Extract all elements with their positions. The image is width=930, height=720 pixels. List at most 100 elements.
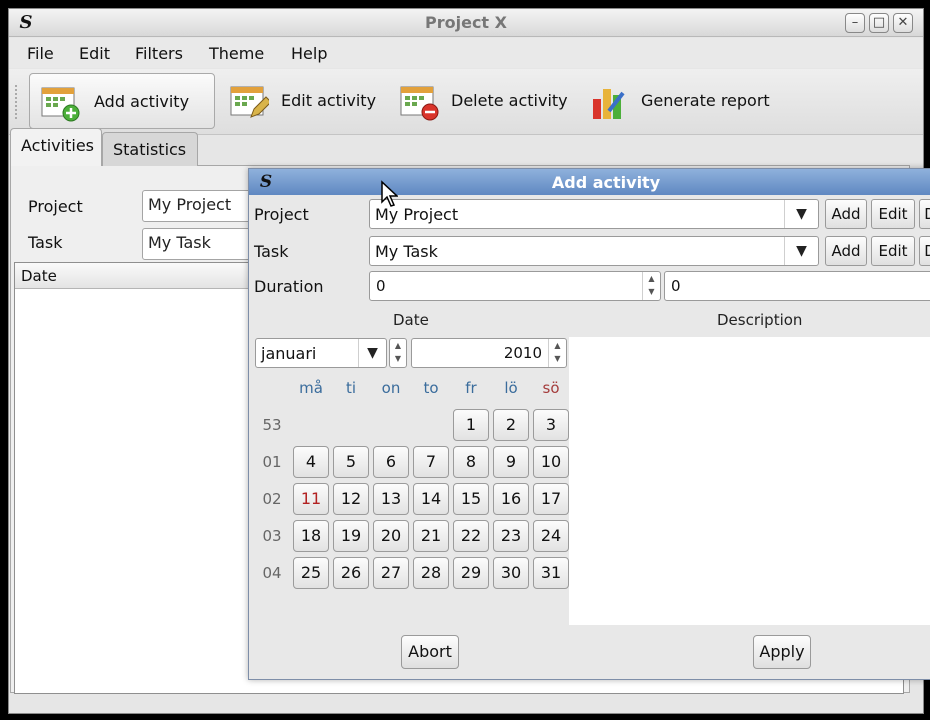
menu-file[interactable]: File [27,44,54,63]
calendar-delete-icon [400,86,439,121]
calendar-day[interactable]: 14 [413,483,449,515]
calendar-day[interactable]: 17 [533,483,569,515]
dialog-task-label: Task [254,242,289,261]
edit-project-button[interactable]: Edit [871,199,915,229]
calendar-day[interactable]: 7 [413,446,449,478]
duration-hours-spinbox[interactable]: 0 ▲ ▼ [369,271,661,301]
duration-label: Duration [254,277,324,296]
description-header: Description [717,311,803,329]
date-header: Date [393,311,429,329]
calendar-day[interactable]: 4 [293,446,329,478]
calendar-day[interactable]: 20 [373,520,409,552]
spin-arrows-icon[interactable]: ▲ ▼ [548,339,566,367]
project-filter-combo[interactable]: My Project [142,190,262,222]
duration-minutes-value: 0 [671,277,681,295]
edit-activity-label: Edit activity [281,91,377,110]
close-icon[interactable]: ✕ [893,13,913,33]
chevron-down-icon[interactable]: ▼ [784,237,818,265]
window-title: Project X [425,13,507,32]
calendar-day[interactable]: 24 [533,520,569,552]
calendar-day[interactable]: 12 [333,483,369,515]
spin-arrows-icon[interactable]: ▲ ▼ [390,339,406,367]
dialog-project-label: Project [254,205,309,224]
task-filter-label: Task [28,233,63,252]
menu-help[interactable]: Help [291,44,327,63]
week-number: 53 [262,416,282,434]
month-combo[interactable]: januari ▼ [255,338,387,368]
weekday-header: to [423,379,439,397]
duration-minutes-spinbox[interactable]: 0 [664,271,930,301]
calendar-day[interactable]: 25 [293,557,329,589]
calendar-day[interactable]: 16 [493,483,529,515]
year-spinbox[interactable]: 2010 ▲ ▼ [411,338,567,368]
abort-button[interactable]: Abort [401,635,459,669]
add-project-button[interactable]: Add [825,199,867,229]
menu-filters[interactable]: Filters [135,44,183,63]
dialog-project-combo[interactable]: My Project ▼ [369,199,819,229]
minimize-icon[interactable]: – [845,13,865,33]
edit-activity-button[interactable]: Edit activity [219,73,385,129]
delete-task-button[interactable]: D [919,236,930,266]
calendar-day[interactable]: 18 [293,520,329,552]
generate-report-label: Generate report [641,91,770,110]
add-activity-button[interactable]: Add activity [29,73,215,129]
delete-activity-label: Delete activity [451,91,568,110]
calendar-day[interactable]: 31 [533,557,569,589]
calendar-day[interactable]: 11 [293,483,329,515]
weekday-header: lö [504,379,518,397]
delete-activity-button[interactable]: Delete activity [389,73,575,129]
calendar-day[interactable]: 21 [413,520,449,552]
calendar-day[interactable]: 3 [533,409,569,441]
calendar-day[interactable]: 1 [453,409,489,441]
weekday-header: on [381,379,401,397]
duration-hours-value: 0 [376,277,386,295]
weekday-header: må [299,379,323,397]
calendar-day[interactable]: 15 [453,483,489,515]
edit-task-button[interactable]: Edit [871,236,915,266]
description-textarea[interactable] [569,337,930,625]
bar-chart-icon [593,89,625,119]
weekday-header: fr [465,379,477,397]
task-filter-combo[interactable]: My Task [142,228,262,260]
title-bar[interactable]: S Project X – □ ✕ [9,9,923,37]
calendar-day[interactable]: 29 [453,557,489,589]
tab-activities[interactable]: Activities [10,128,102,166]
calendar-day[interactable]: 9 [493,446,529,478]
month-value: januari [261,344,317,363]
calendar-day[interactable]: 8 [453,446,489,478]
delete-project-button[interactable]: D [919,199,930,229]
toolbar-grip[interactable] [15,85,19,119]
spin-arrows-icon[interactable]: ▲ ▼ [642,272,660,300]
dialog-title: Add activity [551,173,661,192]
chevron-down-icon[interactable]: ▼ [784,200,818,228]
calendar-day[interactable]: 2 [493,409,529,441]
calendar-day[interactable]: 27 [373,557,409,589]
calendar-day[interactable]: 19 [333,520,369,552]
calendar-day[interactable]: 26 [333,557,369,589]
add-task-button[interactable]: Add [825,236,867,266]
menu-edit[interactable]: Edit [79,44,110,63]
year-value: 2010 [503,344,542,362]
chevron-down-icon[interactable]: ▼ [358,339,386,367]
calendar-day[interactable]: 6 [373,446,409,478]
tab-statistics[interactable]: Statistics [102,132,198,166]
maximize-icon[interactable]: □ [869,13,889,33]
weekday-header: sö [542,379,560,397]
calendar-day[interactable]: 10 [533,446,569,478]
dialog-task-combo[interactable]: My Task ▼ [369,236,819,266]
week-number: 02 [262,490,282,508]
menu-theme[interactable]: Theme [209,44,264,63]
calendar-day[interactable]: 13 [373,483,409,515]
calendar-day[interactable]: 5 [333,446,369,478]
weekday-header: ti [345,379,357,397]
calendar-day[interactable]: 22 [453,520,489,552]
apply-button[interactable]: Apply [753,635,811,669]
calendar-day[interactable]: 28 [413,557,449,589]
month-spin-arrows[interactable]: ▲ ▼ [389,338,407,368]
calendar-day[interactable]: 23 [493,520,529,552]
dialog-title-bar[interactable]: S Add activity [249,169,930,195]
calendar-day[interactable]: 30 [493,557,529,589]
mouse-cursor-icon [381,180,398,207]
date-calendar: må ti on to fr lö sö 53 1 2 3 01 4 5 6 7 8 9 10 02 11 12 13 14 1… [249,377,569,591]
generate-report-button[interactable]: Generate report [579,73,779,129]
